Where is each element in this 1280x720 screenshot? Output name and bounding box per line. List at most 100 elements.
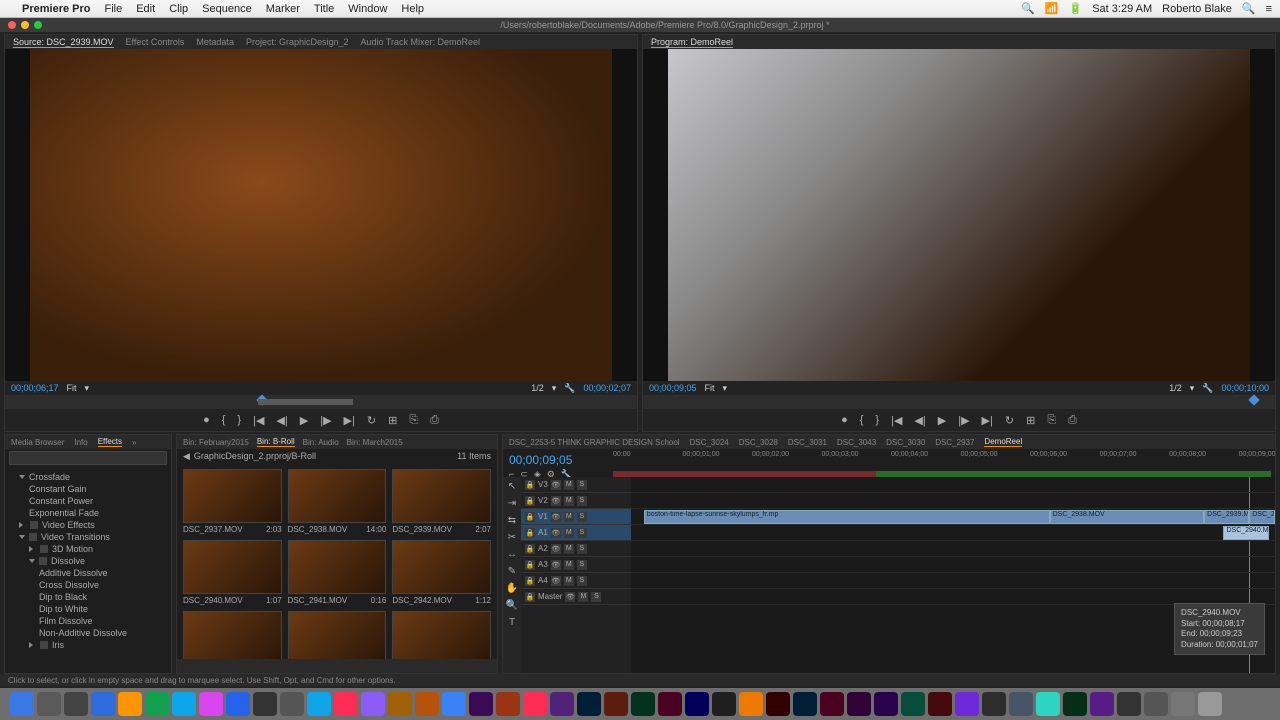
track-header[interactable]: 🔒V3👁MS [521,477,631,493]
sequence-tab[interactable]: DSC_2253-5 THINK GRAPHIC DESIGN School [509,438,680,447]
dock-app-32[interactable] [874,692,898,716]
window-titlebar[interactable]: /Users/robertoblake/Documents/Adobe/Prem… [0,18,1280,32]
transport-btn-10[interactable]: ⎘ [409,414,418,427]
transport-btn-4[interactable]: ◀| [914,414,925,427]
tab-source-clip[interactable]: Source: DSC_2939.MOV [13,37,114,48]
effect-item[interactable]: Film Dissolve [9,615,167,627]
dock-app-20[interactable] [550,692,574,716]
transport-btn-7[interactable]: ▶| [982,414,993,427]
dock-app-30[interactable] [820,692,844,716]
sequence-tab[interactable]: DemoReel [984,437,1022,447]
dock-app-3[interactable] [91,692,115,716]
dock-app-18[interactable] [496,692,520,716]
menu-help[interactable]: Help [401,3,424,15]
transport-btn-1[interactable]: { [222,414,226,426]
effect-item[interactable]: Constant Power [9,495,167,507]
dock-app-11[interactable] [307,692,331,716]
sequence-tab[interactable]: DSC_3043 [837,438,876,447]
transport-btn-10[interactable]: ⎘ [1047,414,1056,427]
dock-app-0[interactable] [10,692,34,716]
program-scrubber[interactable] [643,395,1275,409]
dock-app-22[interactable] [604,692,628,716]
dock-app-6[interactable] [172,692,196,716]
bin-clip[interactable]: DSC_2941.MOV0:16 [288,540,387,605]
transport-btn-6[interactable]: |▶ [320,414,331,427]
pen-icon[interactable]: ✎ [508,566,516,577]
dock-app-19[interactable] [523,692,547,716]
transport-btn-9[interactable]: ⊞ [1026,414,1035,427]
dock-app-28[interactable] [766,692,790,716]
source-viewport[interactable] [5,49,637,381]
user-name[interactable]: Roberto Blake [1162,3,1232,15]
dock-app-38[interactable] [1036,692,1060,716]
transport-btn-3[interactable]: |◀ [891,414,902,427]
dock-app-5[interactable] [145,692,169,716]
effect-item[interactable]: Dissolve [9,555,167,567]
effect-item[interactable]: Crossfade [9,471,167,483]
effect-item[interactable]: Non-Additive Dissolve [9,627,167,639]
bin-breadcrumb[interactable]: GraphicDesign_2.prproj/B-Roll [194,451,316,461]
settings-icon[interactable]: 🔧 [564,383,575,394]
bin-clip[interactable]: DSC_2939.MOV2:07 [392,469,491,534]
bin-clip[interactable] [183,611,282,659]
transport-btn-2[interactable]: } [237,414,241,426]
bin-clip[interactable]: DSC_2940.MOV1:07 [183,540,282,605]
menu-file[interactable]: File [104,3,122,15]
transport-btn-5[interactable]: ▶ [938,414,946,427]
bin-tab[interactable]: Bin: March2015 [347,438,403,447]
bin-clip[interactable]: DSC_2937.MOV2:03 [183,469,282,534]
dock-app-10[interactable] [280,692,304,716]
menu-marker[interactable]: Marker [266,3,300,15]
transport-btn-11[interactable]: ⎙ [1068,414,1077,427]
effect-item[interactable]: Dip to White [9,603,167,615]
bin-clip[interactable]: DSC_2942.MOV1:12 [392,540,491,605]
app-name[interactable]: Premiere Pro [22,3,90,15]
dock-app-35[interactable] [955,692,979,716]
program-timecode[interactable]: 00;00;09;05 [649,383,697,393]
dock-app-15[interactable] [415,692,439,716]
transport-btn-5[interactable]: ▶ [300,414,308,427]
bin-clip[interactable] [392,611,491,659]
effect-item[interactable]: Iris [9,639,167,651]
track-header[interactable]: 🔒A3👁MS [521,557,631,573]
tab-effect-controls[interactable]: Effect Controls [126,37,185,47]
transport-btn-2[interactable]: } [875,414,879,426]
track-header[interactable]: 🔒A4👁MS [521,573,631,589]
track-select-icon[interactable]: ⇥ [508,498,516,509]
menu-sequence[interactable]: Sequence [202,3,252,15]
track-header[interactable]: 🔒V2👁MS [521,493,631,509]
dock-app-23[interactable] [631,692,655,716]
effect-item[interactable]: Additive Dissolve [9,567,167,579]
effects-search-input[interactable] [9,451,167,465]
clock[interactable]: Sat 3:29 AM [1092,3,1152,15]
transport-btn-8[interactable]: ↻ [1005,414,1014,427]
sequence-tab[interactable]: DSC_2937 [935,438,974,447]
dock-app-33[interactable] [901,692,925,716]
dock-app-40[interactable] [1090,692,1114,716]
dock-app-37[interactable] [1009,692,1033,716]
tab-media-browser[interactable]: Media Browser [11,438,64,447]
effect-item[interactable]: Dip to Black [9,591,167,603]
dragging-clip[interactable]: DSC_2940.M [1223,526,1268,540]
transport-btn-9[interactable]: ⊞ [388,414,397,427]
dock-app-41[interactable] [1117,692,1141,716]
dock-app-29[interactable] [793,692,817,716]
slip-icon[interactable]: ↔ [507,549,517,560]
settings-icon[interactable]: 🔧 [1202,383,1213,394]
sequence-tab[interactable]: DSC_3031 [788,438,827,447]
timeline-clip[interactable]: DSC_2938.MOV [1050,510,1205,524]
track-header[interactable]: 🔒Master👁MS [521,589,631,605]
tab-program[interactable]: Program: DemoReel [651,37,733,48]
razor-icon[interactable]: ✂ [508,532,516,543]
track-header[interactable]: 🔒A1👁MS [521,525,631,541]
timeline-clip[interactable]: boston-time-lapse-sunrise-skylumps_fr.mp [644,510,1050,524]
tab-project[interactable]: Project: GraphicDesign_2 [246,37,349,47]
tab-effects[interactable]: Effects [98,437,122,447]
menu-icon[interactable]: ≡ [1266,3,1272,15]
dock-app-2[interactable] [64,692,88,716]
dock-app-43[interactable] [1171,692,1195,716]
zoom-icon[interactable] [34,21,42,29]
bin-clip[interactable] [288,611,387,659]
transport-btn-3[interactable]: |◀ [253,414,264,427]
battery-icon[interactable]: 🔋 [1069,2,1083,15]
